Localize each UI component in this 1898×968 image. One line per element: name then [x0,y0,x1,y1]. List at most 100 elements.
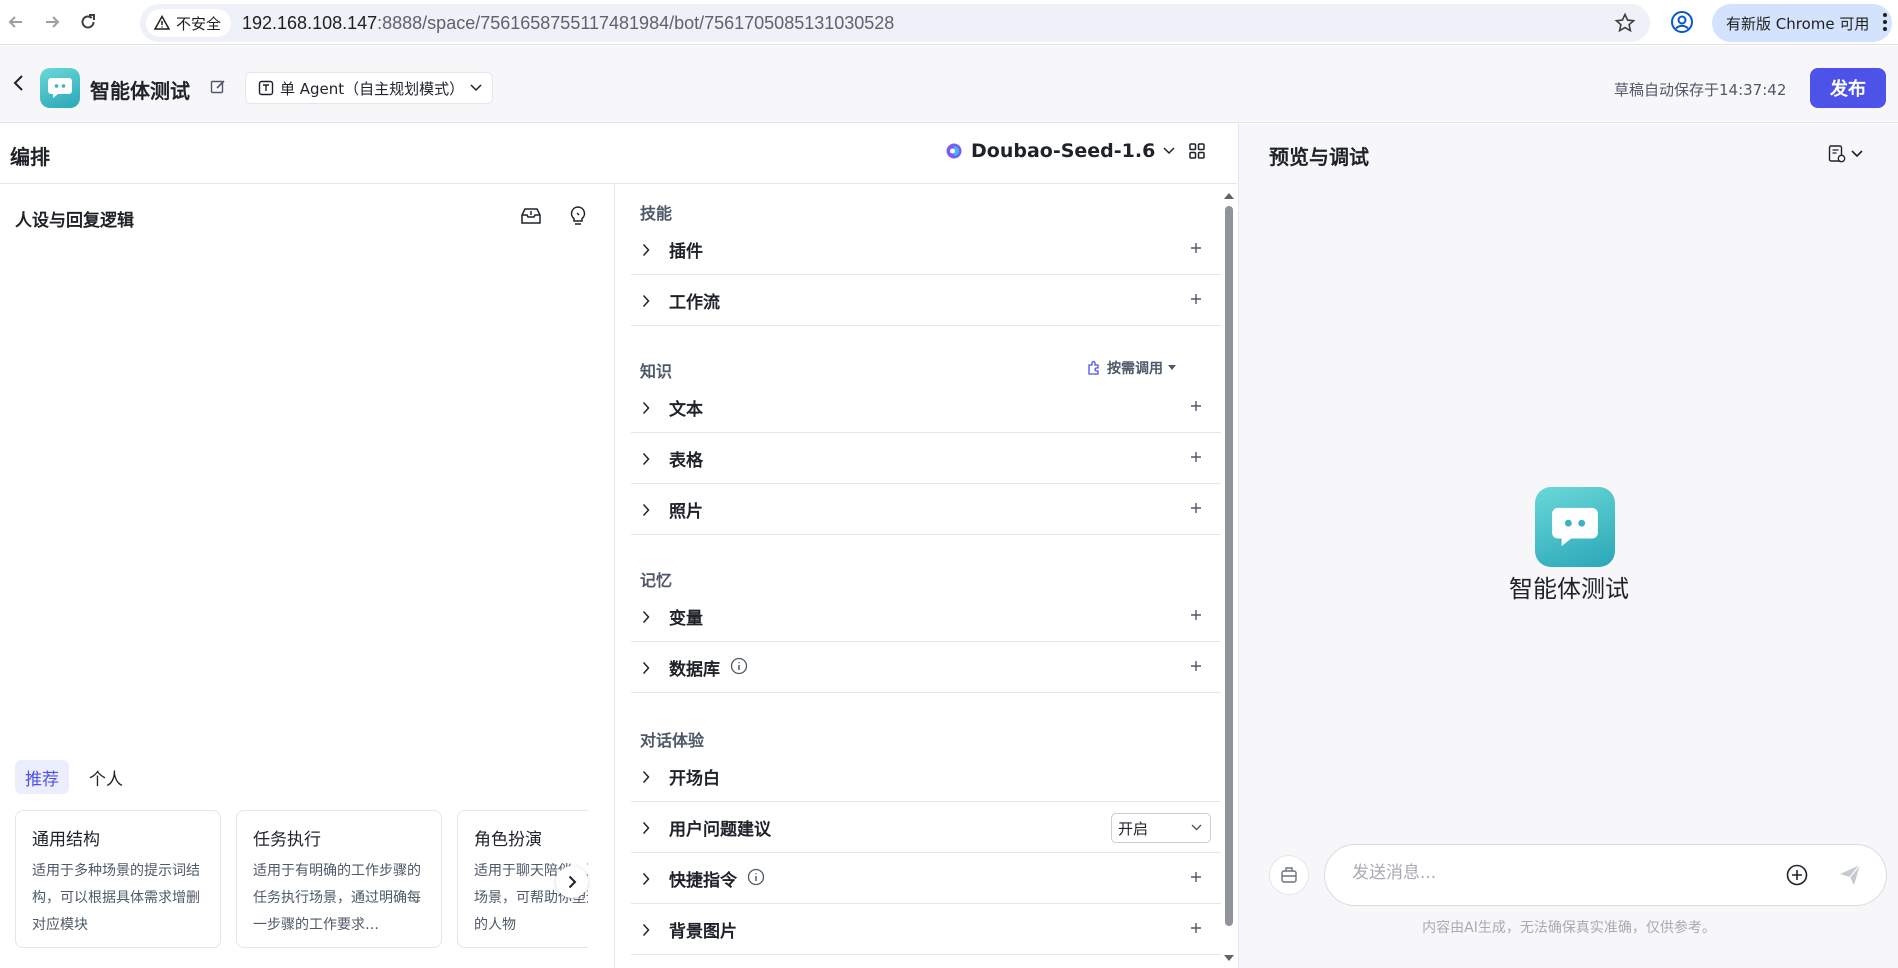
preview-title: 预览与调试 [1269,145,1369,169]
url-path: :8888/space/7561658755117481984/bot/7561… [377,13,895,33]
import-prompt-icon[interactable] [520,206,542,230]
add-variable-icon[interactable] [1189,607,1203,626]
puzzle-icon [1088,360,1099,375]
add-photo-icon[interactable] [1189,500,1203,519]
row-variable[interactable]: 变量 [631,592,1221,642]
preview-menu[interactable] [1827,144,1863,164]
chevron-down-icon [1851,150,1863,158]
suggest-select[interactable]: 开启 [1111,813,1211,843]
row-label: 工作流 [669,293,720,313]
suggest-select-value: 开启 [1118,819,1149,838]
debug-settings-icon [1828,145,1846,163]
address-bar[interactable]: 不安全 192.168.108.147:8888/space/756165875… [140,4,1650,42]
message-input[interactable] [1352,863,1752,883]
model-select[interactable]: Doubao-Seed-1.6 [945,140,1175,162]
forward-arrow-icon[interactable] [38,8,66,36]
edit-icon[interactable] [210,79,226,99]
add-workflow-icon[interactable] [1189,291,1203,310]
row-label: 开场白 [669,769,720,789]
editor-header: 编排 Doubao-Seed-1.6 [0,124,1237,184]
chevron-right-icon[interactable] [631,923,661,937]
cards-next-button[interactable] [556,866,588,898]
tab-personal[interactable]: 个人 [79,760,133,794]
chevron-right-icon[interactable] [631,661,661,675]
bookmark-star-icon[interactable] [1614,12,1636,38]
add-background-icon[interactable] [1189,920,1203,939]
section-knowledge: 知识 [640,362,673,381]
knowledge-call-mode[interactable]: 按需调用 [1086,358,1176,378]
chevron-right-icon[interactable] [631,401,661,415]
agent-mode-select[interactable]: 单 Agent（自主规划模式） [245,72,493,104]
template-card-title: 通用结构 [32,830,100,850]
security-chip[interactable]: 不安全 [146,9,232,37]
warning-icon [154,15,170,30]
scroll-up-icon[interactable] [1223,192,1235,200]
add-text-icon[interactable] [1189,398,1203,417]
row-background[interactable]: 背景图片 [631,905,1221,955]
more-vert-icon[interactable] [1882,12,1888,36]
row-database[interactable]: 数据库 [631,643,1221,693]
tab-recommended[interactable]: 推荐 [15,760,69,794]
skills-scrollbar[interactable] [1223,186,1235,966]
autosave-status: 草稿自动保存于14:37:42 [1614,81,1787,99]
row-label: 照片 [669,502,703,522]
chevron-right-icon[interactable] [631,503,661,517]
caret-down-icon [1168,365,1176,370]
chevron-right-icon[interactable] [631,770,661,784]
reload-icon[interactable] [74,8,102,36]
chevron-right-icon[interactable] [631,452,661,466]
chevron-down-icon [1163,147,1175,155]
editor-pane: 编排 Doubao-Seed-1.6 人设与回复逻辑 推荐 个人 通用结构 适用… [0,124,1237,968]
agent-mode-label: 单 Agent（自主规划模式） [280,79,465,98]
bot-avatar[interactable] [40,68,80,108]
row-text[interactable]: 文本 [631,383,1221,433]
row-shortcut[interactable]: 快捷指令 [631,854,1221,904]
optimize-bulb-icon[interactable] [568,205,588,231]
back-chevron-icon[interactable] [12,74,26,96]
chevron-right-icon[interactable] [631,821,661,835]
row-workflow[interactable]: 工作流 [631,276,1221,326]
update-label: 有新版 Chrome 可用 [1726,14,1870,33]
layout-grid-icon[interactable] [1188,142,1206,164]
add-plugin-icon[interactable] [1189,240,1203,259]
info-icon[interactable] [730,657,748,679]
section-dialog: 对话体验 [640,731,705,750]
info-icon[interactable] [747,868,765,890]
ai-disclaimer: 内容由AI生成，无法确保真实准确，仅供参考。 [1422,920,1716,936]
publish-button[interactable]: 发布 [1810,68,1886,108]
template-card[interactable]: 通用结构 适用于多种场景的提示词结构，可以根据具体需求增删对应模块 [15,810,221,948]
chrome-update-button[interactable]: 有新版 Chrome 可用 [1712,4,1892,42]
chevron-right-icon [568,875,576,889]
template-cards: 通用结构 适用于多种场景的提示词结构，可以根据具体需求增删对应模块 任务执行 适… [15,810,588,948]
scroll-thumb[interactable] [1225,206,1233,926]
url-host: 192.168.108.147 [242,13,378,33]
add-attachment-icon[interactable] [1785,863,1809,891]
send-icon[interactable] [1837,862,1863,892]
chevron-right-icon[interactable] [631,610,661,624]
doubao-logo-icon [946,143,962,159]
row-suggest[interactable]: 用户问题建议 开启 [631,803,1221,853]
clear-history-button[interactable] [1269,855,1309,895]
row-opening[interactable]: 开场白 [631,752,1221,802]
row-label: 表格 [669,451,703,471]
row-plugin[interactable]: 插件 [631,225,1221,275]
add-table-icon[interactable] [1189,449,1203,468]
message-input-box[interactable] [1324,844,1887,906]
chat-bubble-icon [48,78,72,98]
template-card[interactable]: 任务执行 适用于有明确的工作步骤的任务执行场景，通过明确每一步骤的工作要求… [236,810,442,948]
chevron-right-icon[interactable] [631,294,661,308]
url-text[interactable]: 192.168.108.147:8888/space/7561658755117… [242,13,894,34]
chevron-right-icon[interactable] [631,243,661,257]
back-arrow-icon[interactable] [2,8,30,36]
profile-icon[interactable] [1670,10,1694,38]
add-shortcut-icon[interactable] [1189,869,1203,888]
row-label: 插件 [669,242,703,262]
skills-panel: 技能 插件 工作流 知识 按需调用 文本 表格 照片 记忆 变量 数据库 对话体… [616,184,1237,968]
section-memory: 记忆 [640,571,673,590]
chevron-right-icon[interactable] [631,872,661,886]
row-photo[interactable]: 照片 [631,485,1221,535]
broom-icon [1281,867,1297,883]
add-database-icon[interactable] [1189,658,1203,677]
scroll-down-icon[interactable] [1223,954,1235,962]
row-table[interactable]: 表格 [631,434,1221,484]
